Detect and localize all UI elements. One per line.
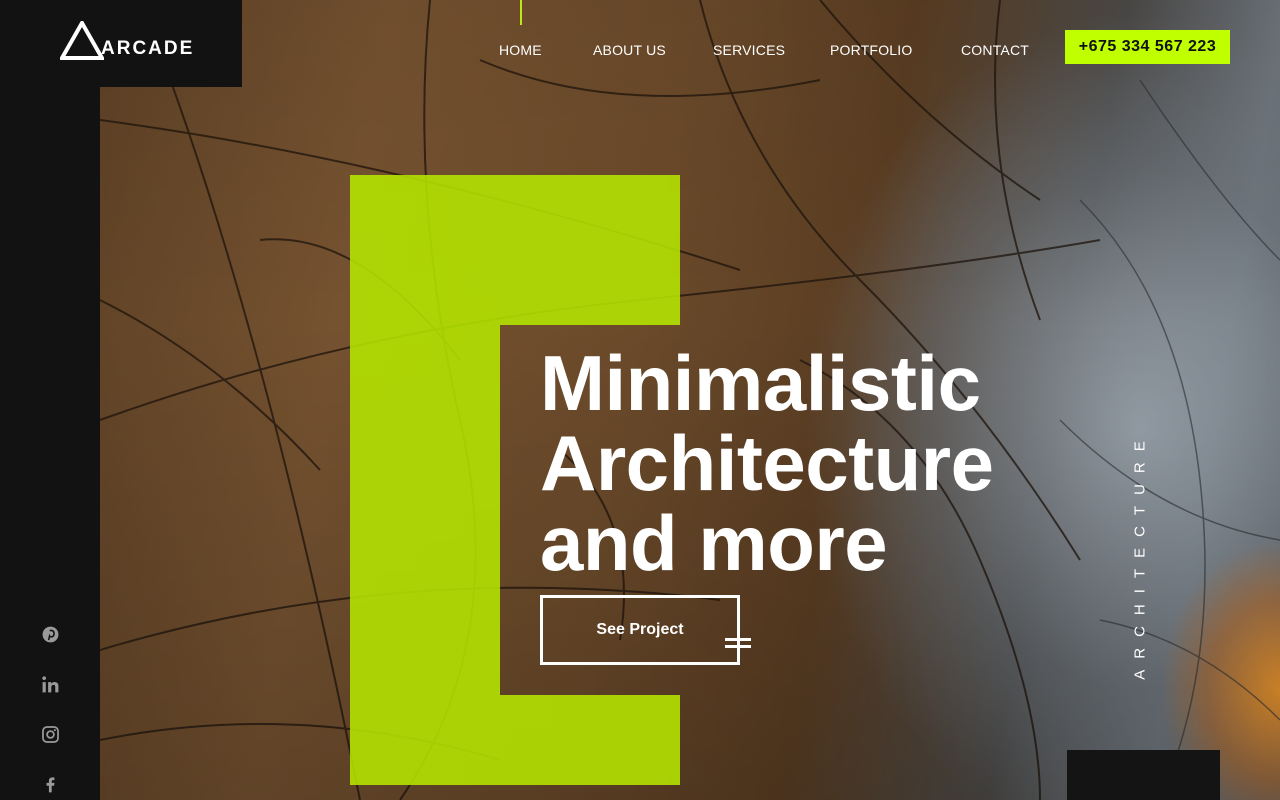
brand-name: ARCADE: [101, 37, 195, 59]
triangle-logo-icon: [60, 20, 104, 60]
linkedin-icon[interactable]: [40, 674, 61, 695]
nav-active-indicator: [520, 0, 522, 25]
bottom-dark-panel: [1067, 750, 1220, 800]
logo[interactable]: ARCADE: [0, 0, 242, 87]
see-project-button[interactable]: See Project: [540, 595, 740, 665]
instagram-icon[interactable]: [40, 724, 61, 745]
nav-portfolio[interactable]: PORTFOLIO: [830, 42, 912, 58]
nav-about-us[interactable]: ABOUT US: [593, 42, 666, 58]
phone-button[interactable]: +675 334 567 223: [1065, 30, 1230, 64]
headline-line-3: and more: [540, 499, 888, 587]
vertical-architecture-label: ARCHITECTURE: [1131, 430, 1149, 680]
headline-line-1: Minimalistic: [540, 339, 981, 427]
headline-line-2: Architecture: [540, 419, 994, 507]
nav-services[interactable]: SERVICES: [713, 42, 785, 58]
pinterest-icon[interactable]: [40, 624, 61, 645]
hero-headline: Minimalistic Architecture and more: [540, 339, 994, 587]
nav-contact[interactable]: CONTACT: [961, 42, 1029, 58]
menu-lines-icon: [725, 638, 751, 654]
nav-home[interactable]: HOME: [499, 42, 542, 58]
facebook-icon[interactable]: [40, 774, 61, 795]
see-project-label: See Project: [596, 621, 684, 638]
